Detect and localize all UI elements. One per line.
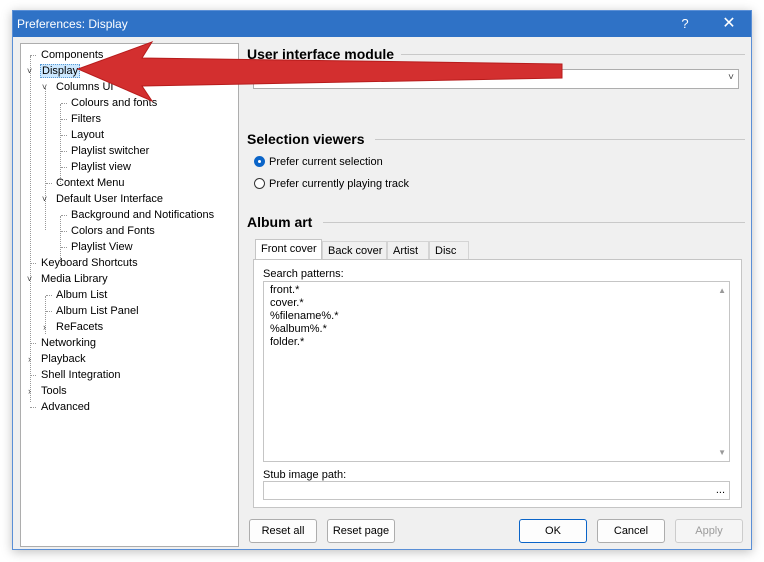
divider — [323, 222, 745, 223]
tree-item-advanced[interactable]: Advanced — [30, 400, 91, 415]
reset-all-button[interactable]: Reset all — [249, 519, 317, 543]
chevron-down-icon[interactable]: ˅ — [25, 64, 34, 79]
tree-item-shell-integration[interactable]: Shell Integration — [30, 368, 122, 383]
tree-item-filters[interactable]: Filters — [61, 112, 102, 127]
tree-item-album-list-panel[interactable]: Album List Panel — [46, 304, 140, 319]
chevron-right-icon[interactable]: › — [40, 320, 49, 335]
tree-item-label: Colours and fonts — [71, 97, 158, 109]
search-patterns-label: Search patterns: — [263, 268, 344, 280]
tree-item-label: Components — [41, 49, 104, 61]
chevron-down-icon[interactable]: ˅ — [25, 272, 34, 287]
chevron-down-icon[interactable]: ˅ — [40, 80, 49, 95]
tree-item-colours-and-fonts[interactable]: Colours and fonts — [61, 96, 158, 111]
ui-module-select[interactable]: Columns UI ˅ — [253, 69, 739, 89]
preferences-tree[interactable]: Components ˅ Display ˅ Columns UI Colour… — [20, 43, 239, 547]
tree-item-playback[interactable]: › Playback — [25, 352, 87, 367]
tree-item-background-and-notifications[interactable]: Background and Notifications — [61, 208, 215, 223]
tree-item-label: Background and Notifications — [71, 209, 215, 221]
chevron-right-icon[interactable]: › — [25, 384, 34, 399]
tree-item-playlist-view-dui[interactable]: Playlist View — [61, 240, 134, 255]
tab-back-cover[interactable]: Back cover — [322, 241, 387, 259]
tree-item-label: Columns UI — [56, 81, 114, 93]
tree-item-label: Layout — [71, 129, 105, 141]
tree-item-label: Playlist View — [71, 241, 133, 253]
tab-artist[interactable]: Artist — [387, 241, 429, 259]
tree-item-label: Media Library — [41, 273, 108, 285]
tree-item-context-menu[interactable]: Context Menu — [46, 176, 125, 191]
pattern-line: %filename%.* — [270, 310, 339, 322]
tree-item-label: Keyboard Shortcuts — [41, 257, 138, 269]
tree-item-label: Tools — [41, 385, 67, 397]
tab-front-cover[interactable]: Front cover — [255, 239, 322, 259]
tree-item-playlist-switcher[interactable]: Playlist switcher — [61, 144, 150, 159]
pattern-line: folder.* — [270, 336, 305, 348]
tree-item-label: Networking — [41, 337, 97, 349]
title-bar[interactable]: Preferences: Display ? ✕ — [13, 11, 751, 37]
album-art-heading: Album art — [247, 214, 313, 230]
reset-page-button[interactable]: Reset page — [327, 519, 395, 543]
preferences-window: Preferences: Display ? ✕ Components ˅ Di… — [12, 10, 752, 550]
tree-item-label: Colors and Fonts — [71, 225, 155, 237]
tree-item-default-user-interface[interactable]: ˅ Default User Interface — [40, 192, 164, 207]
stub-image-path-label: Stub image path: — [263, 469, 347, 481]
pattern-line: front.* — [270, 284, 300, 296]
tree-item-refacets[interactable]: › ReFacets — [40, 320, 104, 335]
tree-guide-line — [45, 88, 46, 230]
close-button[interactable]: ✕ — [711, 11, 747, 37]
help-button[interactable]: ? — [667, 11, 703, 37]
cancel-button[interactable]: Cancel — [597, 519, 665, 543]
scroll-up-arrow-icon[interactable]: ▲ — [718, 286, 726, 295]
tree-item-label: Shell Integration — [41, 369, 121, 381]
tree-item-colors-and-fonts[interactable]: Colors and Fonts — [61, 224, 156, 239]
radio-unchecked-icon — [254, 178, 265, 189]
pattern-line: cover.* — [270, 297, 304, 309]
tree-item-label: ReFacets — [56, 321, 104, 333]
tree-item-label: Default User Interface — [56, 193, 163, 205]
radio-label: Prefer currently playing track — [269, 178, 409, 190]
chevron-down-icon: ˅ — [728, 72, 734, 83]
selection-viewers-heading: Selection viewers — [247, 131, 365, 147]
pattern-line: %album%.* — [270, 323, 327, 335]
tree-item-columns-ui[interactable]: ˅ Columns UI — [40, 80, 114, 95]
ok-button[interactable]: OK — [519, 519, 587, 543]
search-patterns-textarea[interactable]: front.* cover.* %filename%.* %album%.* f… — [263, 281, 730, 462]
radio-checked-icon — [254, 156, 265, 167]
tree-item-networking[interactable]: Networking — [30, 336, 97, 351]
radio-label: Prefer current selection — [269, 156, 383, 168]
scroll-down-arrow-icon[interactable]: ▼ — [718, 448, 726, 457]
ui-module-heading: User interface module — [247, 46, 395, 62]
chevron-down-icon[interactable]: ˅ — [40, 192, 49, 207]
stub-image-path-input[interactable]: ... — [263, 481, 730, 500]
tree-item-media-library[interactable]: ˅ Media Library — [25, 272, 109, 287]
tab-disc[interactable]: Disc — [429, 241, 469, 259]
tree-item-album-list[interactable]: Album List — [46, 288, 108, 303]
divider — [375, 139, 745, 140]
tree-item-label: Playback — [41, 353, 86, 365]
ui-module-value: Columns UI — [258, 73, 316, 85]
apply-button[interactable]: Apply — [675, 519, 743, 543]
tree-item-display[interactable]: ˅ Display — [25, 64, 81, 79]
tree-item-playlist-view[interactable]: Playlist view — [61, 160, 132, 175]
browse-button[interactable]: ... — [716, 484, 725, 496]
tree-item-label: Context Menu — [56, 177, 125, 189]
chevron-right-icon[interactable]: › — [25, 352, 34, 367]
tree-item-label: Playlist view — [71, 161, 131, 173]
tree-item-label: Playlist switcher — [71, 145, 150, 157]
divider — [401, 54, 745, 55]
tree-item-label: Album List Panel — [56, 305, 139, 317]
tree-item-label: Album List — [56, 289, 108, 301]
tree-item-keyboard-shortcuts[interactable]: Keyboard Shortcuts — [30, 256, 139, 271]
tree-item-tools[interactable]: › Tools — [25, 384, 68, 399]
tree-item-layout[interactable]: Layout — [61, 128, 105, 143]
tree-item-components[interactable]: Components — [30, 48, 104, 63]
window-title: Preferences: Display — [17, 17, 128, 31]
tree-item-label: Filters — [71, 113, 101, 125]
tree-item-label: Advanced — [41, 401, 90, 413]
tree-item-label: Display — [40, 64, 81, 78]
